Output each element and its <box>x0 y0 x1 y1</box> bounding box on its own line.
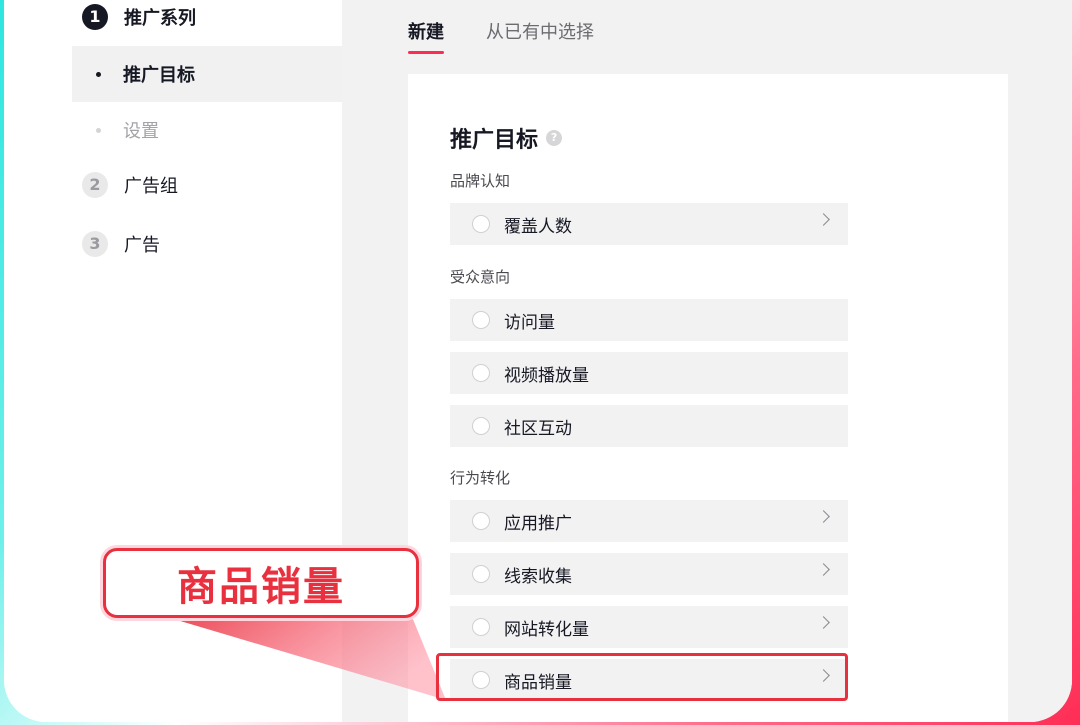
help-icon[interactable]: ? <box>546 130 563 146</box>
step-campaign[interactable]: 1 推广系列 <box>82 4 196 30</box>
option-label: 覆盖人数 <box>504 216 572 237</box>
section-label: 行为转化 <box>450 469 511 487</box>
option-label: 社区互动 <box>504 418 572 439</box>
step-label-ad-group: 广告组 <box>124 176 178 197</box>
chevron-right-icon <box>817 510 830 523</box>
step-number-1: 1 <box>82 4 108 30</box>
tab-select-existing[interactable]: 从已有中选择 <box>486 18 594 54</box>
tab-bar: 新建 从已有中选择 <box>408 18 636 54</box>
step-label-campaign: 推广系列 <box>124 8 196 29</box>
radio-button[interactable] <box>472 364 490 382</box>
sub-item-label: 设置 <box>123 121 159 142</box>
section-label: 受众意向 <box>450 268 511 286</box>
sub-item-objective[interactable]: 推广目标 <box>72 46 342 102</box>
radio-button[interactable] <box>472 512 490 530</box>
radio-button[interactable] <box>472 565 490 583</box>
callout-text: 商品销量 <box>177 564 345 610</box>
main-panel: 新建 从已有中选择 推广目标 ? 品牌认知 覆盖人数 受众意向 访问量 视频播放… <box>342 0 1072 722</box>
option-lead-generation[interactable]: 线索收集 <box>450 553 848 595</box>
option-label: 视频播放量 <box>504 365 589 386</box>
objective-card: 推广目标 ? 品牌认知 覆盖人数 受众意向 访问量 视频播放量 社区互动 行为转… <box>408 74 1008 722</box>
option-video-views[interactable]: 视频播放量 <box>450 352 848 394</box>
step-ad[interactable]: 3 广告 <box>82 231 160 257</box>
section-label: 品牌认知 <box>450 172 511 190</box>
chevron-right-icon <box>817 563 830 576</box>
option-website-conversions[interactable]: 网站转化量 <box>450 606 848 648</box>
chevron-right-icon <box>817 616 830 629</box>
option-app-promotion[interactable]: 应用推广 <box>450 500 848 542</box>
callout-label: 商品销量 <box>103 548 419 618</box>
option-label: 网站转化量 <box>504 619 589 640</box>
option-label: 访问量 <box>504 312 555 333</box>
option-community-interaction[interactable]: 社区互动 <box>450 405 848 447</box>
card-title: 推广目标 <box>450 128 539 153</box>
radio-button[interactable] <box>472 417 490 435</box>
radio-button[interactable] <box>472 215 490 233</box>
option-label: 应用推广 <box>504 513 572 534</box>
sub-item-settings[interactable]: 设置 <box>72 102 342 158</box>
radio-button[interactable] <box>472 311 490 329</box>
sub-item-label: 推广目标 <box>123 65 195 86</box>
step-label-ad: 广告 <box>124 235 160 256</box>
step-ad-group[interactable]: 2 广告组 <box>82 172 178 198</box>
option-label: 线索收集 <box>504 566 572 587</box>
radio-button[interactable] <box>472 618 490 636</box>
highlight-box <box>436 653 848 701</box>
card-title-row: 推广目标 ? <box>450 122 563 154</box>
bullet-dot <box>96 71 101 77</box>
chevron-right-icon <box>817 213 830 226</box>
step-number-2: 2 <box>82 172 108 198</box>
option-traffic[interactable]: 访问量 <box>450 299 848 341</box>
bullet-dot <box>96 127 101 133</box>
step-number-3: 3 <box>82 231 108 257</box>
option-reach[interactable]: 覆盖人数 <box>450 203 848 245</box>
tab-new[interactable]: 新建 <box>408 18 444 54</box>
